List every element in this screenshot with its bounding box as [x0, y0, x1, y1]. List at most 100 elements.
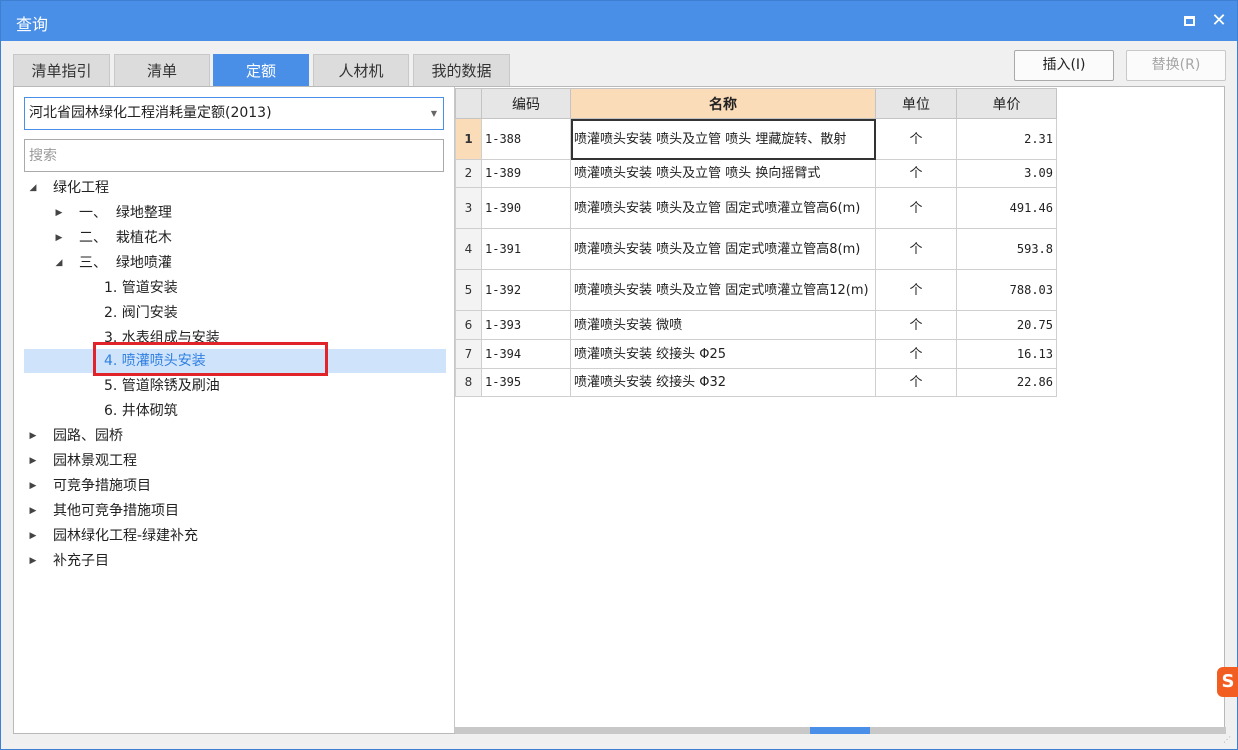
tree-node-label: 二、 栽植花木: [79, 230, 172, 246]
tab-bill[interactable]: 清单: [114, 54, 210, 87]
cell-unit[interactable]: 个: [875, 310, 957, 340]
column-header-code[interactable]: 编码: [481, 88, 571, 119]
column-header-name[interactable]: 名称: [570, 88, 876, 119]
cell-code[interactable]: 1-392: [481, 269, 571, 311]
tree-node[interactable]: ▶ 一、 绿地整理: [24, 201, 446, 225]
tree-node-label: 补充子目: [53, 553, 109, 569]
cell-unit[interactable]: 个: [875, 368, 957, 397]
tree-node[interactable]: ▶ 可竞争措施项目: [24, 474, 446, 498]
search-field[interactable]: [24, 139, 444, 172]
cell-code[interactable]: 1-390: [481, 187, 571, 229]
row-number: 6: [455, 310, 482, 340]
expand-triangle-icon[interactable]: ▶: [26, 474, 40, 498]
table-row[interactable]: 7 1-394 喷灌喷头安装 绞接头 Φ25 个 16.13: [455, 339, 1057, 369]
tree-node[interactable]: 3. 水表组成与安装: [24, 326, 446, 350]
cell-name[interactable]: 喷灌喷头安装 喷头及立管 喷头 换向摇臂式: [570, 159, 876, 188]
tree-node-label: 绿化工程: [53, 180, 109, 196]
expand-triangle-icon[interactable]: ▶: [26, 524, 40, 548]
tree-node[interactable]: ◢ 绿化工程: [24, 176, 446, 200]
cell-unit[interactable]: 个: [875, 118, 957, 160]
expand-triangle-icon[interactable]: ▶: [26, 499, 40, 523]
cell-price[interactable]: 3.09: [956, 159, 1057, 188]
corner-header: [455, 88, 482, 119]
tab-labor-material[interactable]: 人材机: [313, 54, 409, 87]
cell-price[interactable]: 788.03: [956, 269, 1057, 311]
cell-unit[interactable]: 个: [875, 159, 957, 188]
row-number: 8: [455, 368, 482, 397]
cell-unit[interactable]: 个: [875, 187, 957, 229]
cell-code[interactable]: 1-394: [481, 339, 571, 369]
cell-name[interactable]: 喷灌喷头安装 微喷: [570, 310, 876, 340]
column-header-unit[interactable]: 单位: [875, 88, 957, 119]
cell-price[interactable]: 20.75: [956, 310, 1057, 340]
cell-unit[interactable]: 个: [875, 228, 957, 270]
table-row[interactable]: 5 1-392 喷灌喷头安装 喷头及立管 固定式喷灌立管高12(m) 个 788…: [455, 269, 1057, 311]
close-icon[interactable]: ✕: [1207, 9, 1231, 33]
cell-price[interactable]: 16.13: [956, 339, 1057, 369]
cell-name[interactable]: 喷灌喷头安装 喷头及立管 固定式喷灌立管高12(m): [570, 269, 876, 311]
cell-name[interactable]: 喷灌喷头安装 绞接头 Φ25: [570, 339, 876, 369]
cell-name[interactable]: 喷灌喷头安装 喷头及立管 固定式喷灌立管高8(m): [570, 228, 876, 270]
tree-node[interactable]: ▶ 园林绿化工程-绿建补充: [24, 524, 446, 548]
insert-button[interactable]: 插入(I): [1014, 50, 1114, 81]
table-header-row: 编码 名称 单位 单价: [455, 88, 1057, 119]
tree-node[interactable]: ▶ 其他可竞争措施项目: [24, 499, 446, 523]
cell-code[interactable]: 1-389: [481, 159, 571, 188]
resize-grip-icon[interactable]: ⋰: [1223, 735, 1235, 747]
tree-node-selected[interactable]: 4. 喷灌喷头安装: [24, 349, 446, 373]
row-number: 1: [455, 118, 482, 160]
tree-node[interactable]: 1. 管道安装: [24, 276, 446, 300]
expand-triangle-icon[interactable]: ▶: [52, 201, 66, 225]
tree-node[interactable]: 6. 井体砌筑: [24, 399, 446, 423]
scrollbar-thumb[interactable]: [810, 727, 870, 734]
table-row[interactable]: 1 1-388 喷灌喷头安装 喷头及立管 喷头 埋藏旋转、散射 个 2.31: [455, 118, 1057, 160]
table-row[interactable]: 3 1-390 喷灌喷头安装 喷头及立管 固定式喷灌立管高6(m) 个 491.…: [455, 187, 1057, 229]
table-row[interactable]: 4 1-391 喷灌喷头安装 喷头及立管 固定式喷灌立管高8(m) 个 593.…: [455, 228, 1057, 270]
horizontal-scrollbar[interactable]: [455, 727, 1226, 734]
tree-node[interactable]: ▶ 补充子目: [24, 549, 446, 573]
row-number: 2: [455, 159, 482, 188]
replace-button[interactable]: 替换(R): [1126, 50, 1226, 81]
tree-node[interactable]: 5. 管道除锈及刷油: [24, 374, 446, 398]
tab-my-data[interactable]: 我的数据: [413, 54, 510, 87]
quota-grid-area: 编码 名称 单位 单价 1 1-388 喷灌喷头安装 喷头及立管 喷头 埋藏旋转…: [455, 87, 1225, 727]
collapse-triangle-icon[interactable]: ◢: [26, 176, 40, 200]
expand-triangle-icon[interactable]: ▶: [26, 449, 40, 473]
tab-bill-guide[interactable]: 清单指引: [13, 54, 110, 87]
cell-unit[interactable]: 个: [875, 269, 957, 311]
cell-unit[interactable]: 个: [875, 339, 957, 369]
cell-price[interactable]: 491.46: [956, 187, 1057, 229]
tree-node-label: 3. 水表组成与安装: [104, 330, 220, 346]
cell-name[interactable]: 喷灌喷头安装 绞接头 Φ32: [570, 368, 876, 397]
cell-code[interactable]: 1-388: [481, 118, 571, 160]
tree-node-label: 一、 绿地整理: [79, 205, 172, 221]
library-select[interactable]: 河北省园林绿化工程消耗量定额(2013) ▼: [24, 97, 444, 130]
cell-code[interactable]: 1-391: [481, 228, 571, 270]
column-header-price[interactable]: 单价: [956, 88, 1057, 119]
tree-node-label: 可竞争措施项目: [53, 478, 151, 494]
table-row[interactable]: 6 1-393 喷灌喷头安装 微喷 个 20.75: [455, 310, 1057, 340]
search-input[interactable]: [29, 140, 443, 171]
collapse-triangle-icon[interactable]: ◢: [52, 251, 66, 275]
cell-name[interactable]: 喷灌喷头安装 喷头及立管 固定式喷灌立管高6(m): [570, 187, 876, 229]
tree-node[interactable]: ▶ 园林景观工程: [24, 449, 446, 473]
expand-triangle-icon[interactable]: ▶: [52, 226, 66, 250]
tree-node[interactable]: ▶ 二、 栽植花木: [24, 226, 446, 250]
expand-triangle-icon[interactable]: ▶: [26, 549, 40, 573]
expand-triangle-icon[interactable]: ▶: [26, 424, 40, 448]
tree-node[interactable]: 2. 阀门安装: [24, 301, 446, 325]
table-row[interactable]: 2 1-389 喷灌喷头安装 喷头及立管 喷头 换向摇臂式 个 3.09: [455, 159, 1057, 188]
table-row[interactable]: 8 1-395 喷灌喷头安装 绞接头 Φ32 个 22.86: [455, 368, 1057, 397]
cell-price[interactable]: 2.31: [956, 118, 1057, 160]
tree-node[interactable]: ▶ 园路、园桥: [24, 424, 446, 448]
cell-name[interactable]: 喷灌喷头安装 喷头及立管 喷头 埋藏旋转、散射: [570, 118, 876, 160]
tree-node-label: 园林绿化工程-绿建补充: [53, 528, 199, 544]
tree-node[interactable]: ◢ 三、 绿地喷灌: [24, 251, 446, 275]
cell-price[interactable]: 22.86: [956, 368, 1057, 397]
cell-code[interactable]: 1-395: [481, 368, 571, 397]
maximize-icon[interactable]: [1177, 9, 1201, 33]
tab-quota[interactable]: 定额: [213, 54, 309, 87]
ime-logo-icon[interactable]: S: [1217, 667, 1238, 697]
cell-code[interactable]: 1-393: [481, 310, 571, 340]
cell-price[interactable]: 593.8: [956, 228, 1057, 270]
